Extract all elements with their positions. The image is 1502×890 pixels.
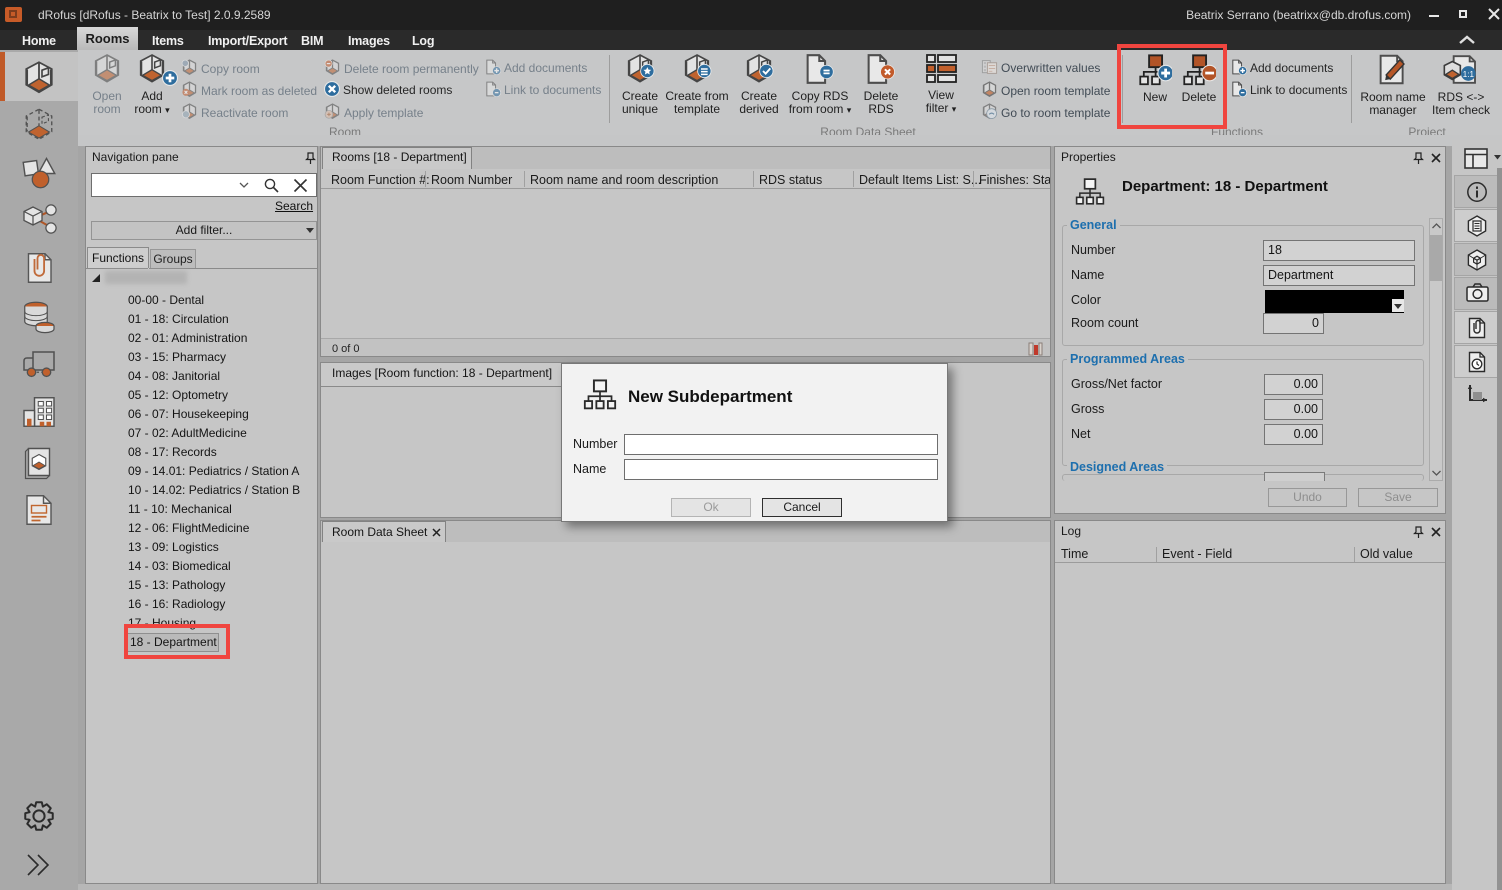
svg-text:1:1: 1:1 [1463, 70, 1475, 79]
